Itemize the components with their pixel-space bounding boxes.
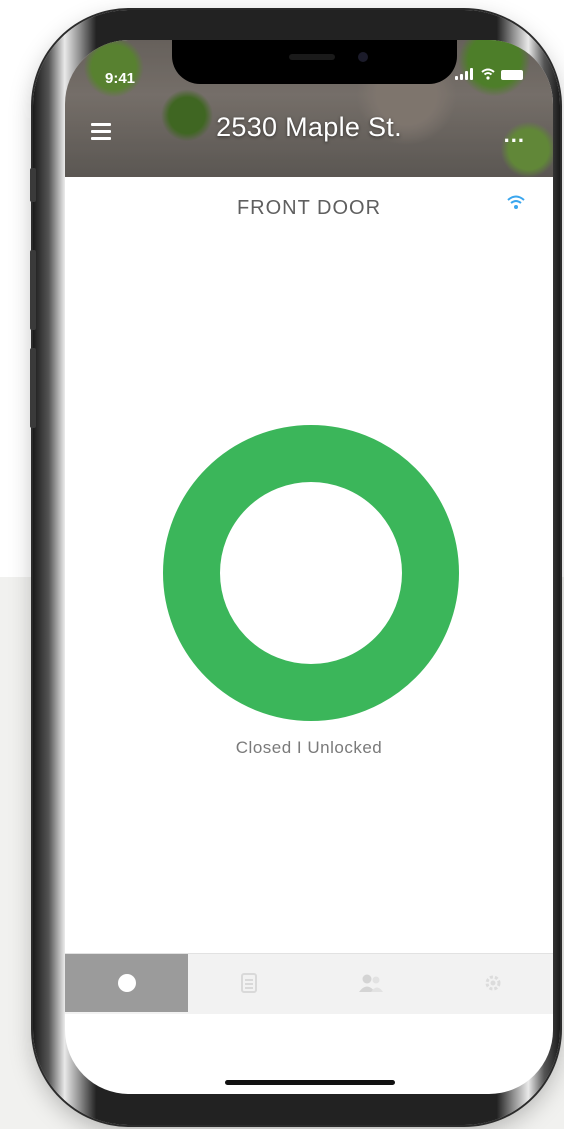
- tab-lock[interactable]: [65, 954, 188, 1012]
- page-title: 2530 Maple St.: [216, 112, 402, 142]
- battery-icon: [501, 70, 523, 80]
- history-list-icon: [241, 973, 257, 993]
- tab-history[interactable]: [188, 954, 310, 1012]
- settings-gear-icon: [485, 975, 500, 991]
- users-icon: [359, 974, 383, 992]
- lock-toggle-ring[interactable]: [163, 425, 459, 721]
- speaker-grille: [289, 54, 335, 60]
- lock-circle-icon: [117, 974, 136, 992]
- home-indicator[interactable]: [225, 1080, 395, 1085]
- side-button-volume-down: [30, 348, 36, 428]
- status-time: 9:41: [105, 70, 136, 87]
- phone-notch: [172, 40, 457, 84]
- bottom-tab-bar: [65, 953, 553, 1014]
- tab-users[interactable]: [310, 954, 432, 1012]
- door-name-label: FRONT DOOR: [236, 197, 382, 219]
- wifi-icon: [507, 195, 525, 209]
- status-icons: [455, 68, 523, 80]
- front-camera: [358, 52, 368, 62]
- more-dots-icon[interactable]: ...: [504, 122, 525, 148]
- side-button-mute: [30, 168, 36, 202]
- side-button-volume-up: [30, 250, 36, 330]
- phone-screen: 9:41 2530 Maple St. ... FRONT DOOR Close…: [65, 40, 553, 1094]
- signal-icon: [455, 68, 475, 80]
- tab-settings[interactable]: [432, 954, 553, 1012]
- wifi-status-icon: [481, 68, 495, 80]
- lock-status-text: Closed I Unlocked: [235, 738, 383, 757]
